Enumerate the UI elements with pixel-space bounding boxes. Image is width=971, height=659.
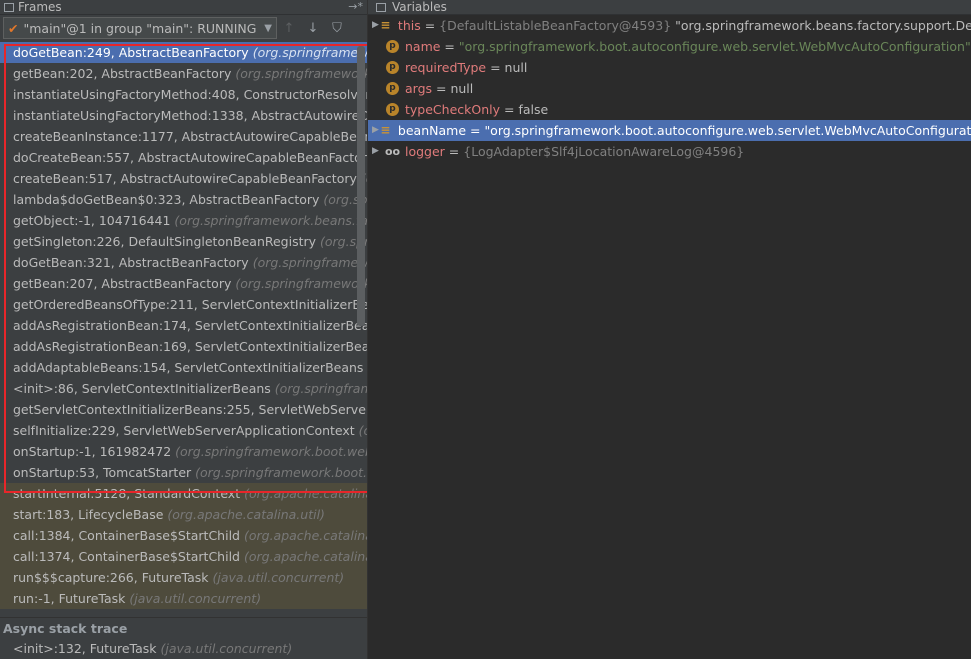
expand-arrow-icon[interactable]: ▶ — [372, 15, 379, 36]
chevron-down-icon: ▼ — [264, 22, 272, 34]
variable-name: typeCheckOnly — [405, 102, 501, 117]
equals-sign: = — [466, 123, 485, 138]
frame-method: run$$$capture:266, FutureTask — [13, 570, 213, 585]
variables-panel: Variables ▶ ≡ this = {DefaultListableBeanF… — [367, 0, 971, 659]
frame-package: (org.apache.catalina.util) — [167, 507, 325, 522]
watch-icon: oo — [384, 145, 401, 158]
variable-value: null — [504, 60, 528, 75]
variable-row[interactable]: p typeCheckOnly = false — [368, 99, 971, 120]
variable-list: ▶ ≡ this = {DefaultListableBeanFactory@459… — [368, 15, 971, 162]
equals-sign: = — [444, 144, 464, 159]
frame-method: start:183, LifecycleBase — [13, 507, 168, 522]
frame-method: call:1384, ContainerBase$StartChild — [13, 528, 244, 543]
variable-name: name — [405, 39, 441, 54]
frames-title: Frames — [18, 0, 62, 14]
equals-sign: = — [420, 18, 440, 33]
parameter-icon: p — [386, 82, 399, 95]
variable-row[interactable]: ▶ oo logger = {LogAdapter$Slf4jLocationAwa… — [368, 141, 971, 162]
frames-panel: Frames →* ✔ "main"@1 in group "main": RU… — [0, 0, 380, 659]
frame-package: (org.apache.catalina.core) — [243, 528, 367, 543]
parameter-icon: p — [386, 40, 399, 53]
pin-icon[interactable]: →* — [348, 1, 367, 13]
thread-selector[interactable]: ✔ "main"@1 in group "main": RUNNING ▼ — [3, 17, 277, 39]
variable-row[interactable]: p requiredType = null — [368, 57, 971, 78]
variable-row[interactable]: ▶ ≡ this = {DefaultListableBeanFactory@459… — [368, 15, 971, 36]
annotation-highlight-box — [4, 44, 370, 493]
equals-sign: = — [440, 39, 459, 54]
thread-selector-label: "main"@1 in group "main": RUNNING — [23, 20, 257, 36]
async-stack-trace-header: Async stack trace — [0, 617, 370, 639]
async-frame-method: <init>:132, FutureTask — [13, 641, 157, 656]
check-icon: ✔ — [8, 20, 19, 36]
variable-row[interactable]: ▶ ≡ beanName = "org.springframework.boot.a… — [368, 120, 971, 141]
variable-name: requiredType — [405, 60, 487, 75]
variable-name: args — [405, 81, 433, 96]
async-frame[interactable]: <init>:132, FutureTask (java.util.concur… — [0, 638, 380, 659]
frame-row[interactable]: run$$$capture:266, FutureTask (java.util… — [0, 567, 367, 588]
frame-row[interactable]: run:-1, FutureTask (java.util.concurrent… — [0, 588, 367, 609]
variable-row[interactable]: p args = null — [368, 78, 971, 99]
equals-sign: = — [432, 81, 451, 96]
variable-name: this — [397, 18, 421, 33]
parameter-icon: p — [386, 103, 399, 116]
variables-header: Variables — [368, 0, 971, 15]
frames-icon — [4, 2, 14, 12]
field-icon: ≡ — [380, 18, 391, 32]
variable-value: "org.springframework.boot.autoconfigure.… — [458, 39, 971, 54]
variable-value: false — [518, 102, 549, 117]
frame-package: (java.util.concurrent) — [212, 570, 345, 585]
frames-toolbar: ✔ "main"@1 in group "main": RUNNING ▼ ↑ … — [0, 15, 367, 41]
variable-row[interactable]: p name = "org.springframework.boot.autoco… — [368, 36, 971, 57]
frame-row[interactable]: start:183, LifecycleBase (org.apache.cat… — [0, 504, 367, 525]
frame-package: (java.util.concurrent) — [129, 591, 262, 606]
equals-sign: = — [486, 60, 505, 75]
frame-package: (org.apache.catalina.core) — [243, 549, 367, 564]
async-frame-package: (java.util.concurrent) — [160, 641, 293, 656]
expand-arrow-icon[interactable]: ▶ — [372, 141, 386, 162]
variable-name: logger — [405, 144, 445, 159]
filter-icon[interactable]: ⛉ — [325, 21, 349, 36]
variable-name: beanName — [397, 123, 467, 138]
variables-title: Variables — [392, 0, 447, 14]
frame-method: run:-1, FutureTask — [13, 591, 130, 606]
frame-row[interactable]: call:1384, ContainerBase$StartChild (org… — [0, 525, 367, 546]
frames-header: Frames →* — [0, 0, 367, 15]
frame-row[interactable]: call:1374, ContainerBase$StartChild (org… — [0, 546, 367, 567]
variable-value: null — [450, 81, 474, 96]
field-icon: ≡ — [380, 123, 391, 137]
variable-ref: {LogAdapter$Slf4jLocationAwareLog@4596} — [463, 144, 745, 159]
variables-icon — [376, 2, 386, 12]
expand-arrow-icon[interactable]: ▶ — [372, 120, 379, 141]
variable-value: "org.springframework.boot.autoconfigure.… — [484, 123, 971, 138]
arrow-up-icon[interactable]: ↑ — [277, 21, 301, 36]
frame-method: call:1374, ContainerBase$StartChild — [13, 549, 244, 564]
equals-sign: = — [500, 102, 519, 117]
variable-value: "org.springframework.beans.factory.suppo… — [675, 18, 971, 33]
variable-ref: {DefaultListableBeanFactory@4593} — [439, 18, 672, 33]
arrow-down-icon[interactable]: ↓ — [301, 21, 325, 36]
parameter-icon: p — [386, 61, 399, 74]
